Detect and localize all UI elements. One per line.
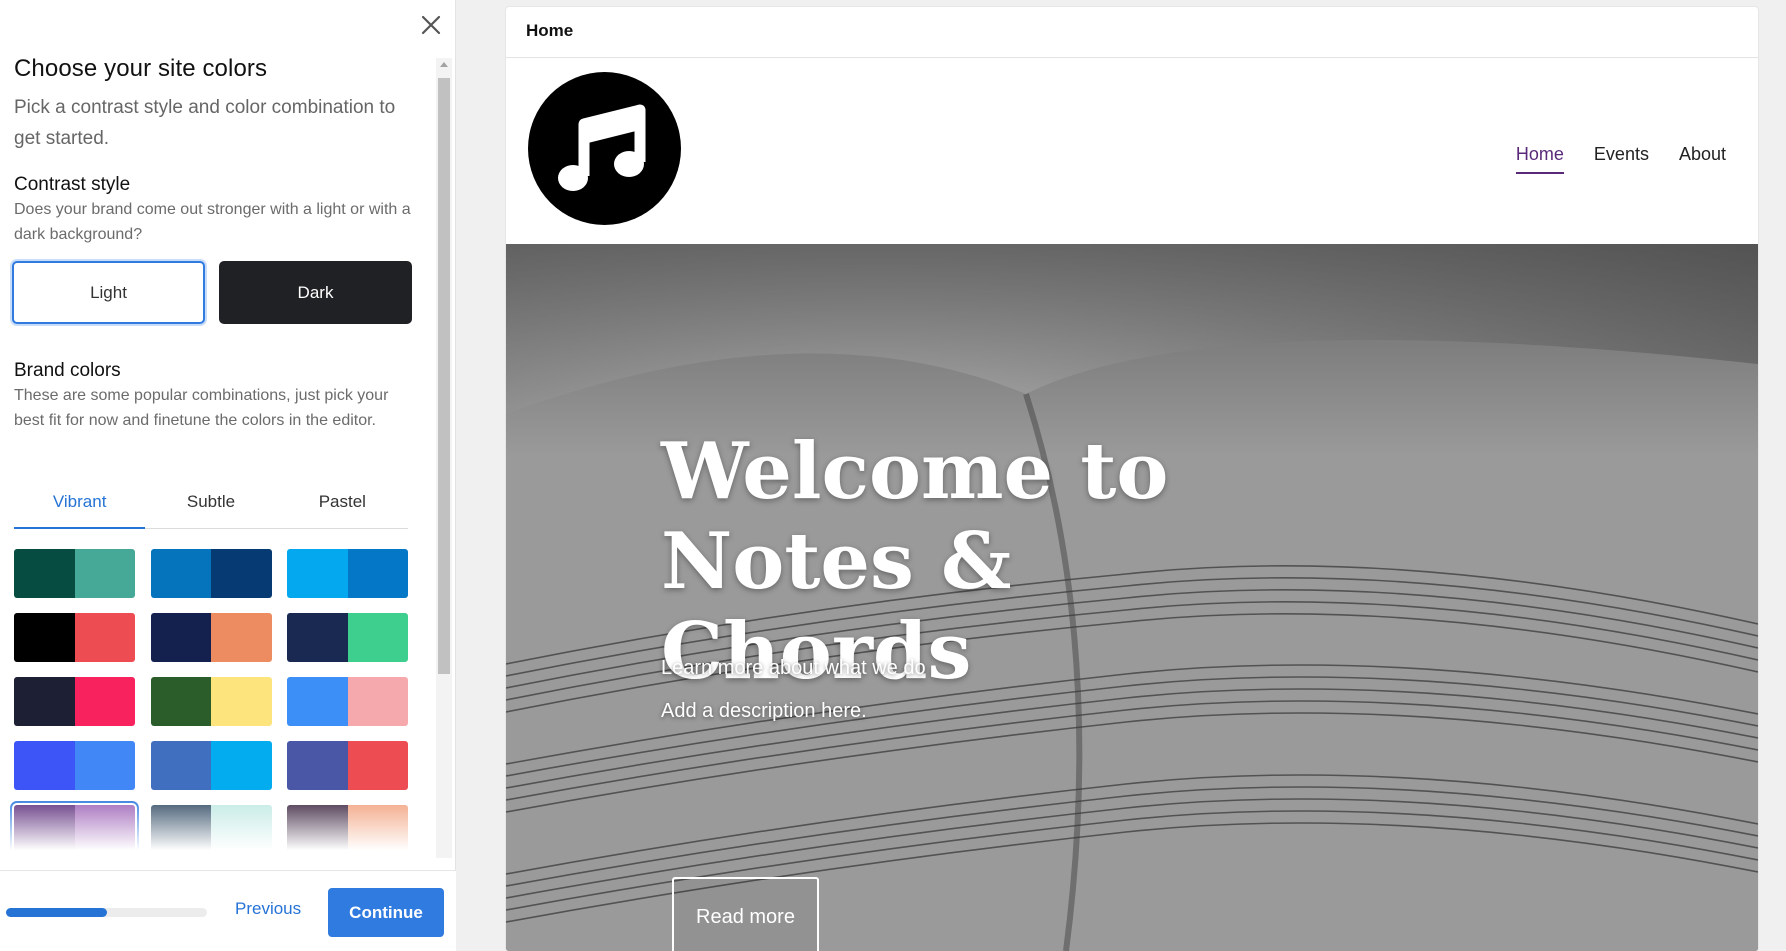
swatch-color-half bbox=[211, 805, 272, 854]
color-swatch[interactable] bbox=[150, 613, 272, 662]
progress-fill bbox=[6, 908, 107, 917]
palette-tabs: Vibrant Subtle Pastel bbox=[14, 484, 408, 529]
previous-button[interactable]: Previous bbox=[235, 899, 301, 919]
site-nav: Home Events About bbox=[1515, 144, 1726, 174]
color-swatch[interactable] bbox=[14, 805, 135, 854]
swatch-color-half bbox=[287, 805, 348, 854]
tab-vibrant[interactable]: Vibrant bbox=[14, 484, 146, 529]
close-icon[interactable] bbox=[416, 10, 446, 40]
swatch-color-half bbox=[287, 549, 348, 598]
color-swatch[interactable] bbox=[150, 549, 272, 598]
panel-footer: Previous Continue bbox=[0, 870, 456, 951]
panel-title: Choose your site colors bbox=[14, 55, 268, 82]
swatch-color-half bbox=[14, 549, 75, 598]
current-page-name: Home bbox=[526, 21, 574, 40]
site-preview: Home Home Events About Welcome to Notes … bbox=[506, 7, 1758, 951]
swatch-color-half bbox=[211, 613, 272, 662]
color-swatch[interactable] bbox=[14, 741, 135, 790]
swatch-color-half bbox=[347, 677, 408, 726]
swatch-color-half bbox=[211, 677, 272, 726]
swatch-color-half bbox=[347, 549, 408, 598]
swatch-color-half bbox=[287, 741, 348, 790]
swatch-color-half bbox=[150, 549, 211, 598]
continue-button[interactable]: Continue bbox=[328, 888, 444, 937]
swatch-color-half bbox=[211, 741, 272, 790]
tab-pastel[interactable]: Pastel bbox=[277, 484, 408, 528]
tab-subtle[interactable]: Subtle bbox=[145, 484, 276, 528]
progress-bar bbox=[6, 908, 207, 917]
swatch-color-half bbox=[211, 549, 272, 598]
swatch-color-half bbox=[150, 677, 211, 726]
color-swatch[interactable] bbox=[287, 613, 408, 662]
scroll-up-arrow-icon[interactable] bbox=[440, 62, 448, 67]
swatch-color-half bbox=[14, 677, 75, 726]
swatch-color-half bbox=[74, 805, 135, 854]
swatch-color-half bbox=[74, 549, 135, 598]
swatch-color-half bbox=[150, 805, 211, 854]
swatch-color-half bbox=[287, 677, 348, 726]
color-swatch[interactable] bbox=[14, 677, 135, 726]
color-swatch[interactable] bbox=[14, 549, 135, 598]
color-swatch[interactable] bbox=[287, 741, 408, 790]
contrast-style-description: Does your brand come out stronger with a… bbox=[14, 201, 411, 243]
hero-section: Welcome to Notes & Chords Learn more abo… bbox=[506, 244, 1758, 951]
swatch-color-half bbox=[347, 613, 408, 662]
color-swatch[interactable] bbox=[14, 613, 135, 662]
brand-colors-title: Brand colors bbox=[14, 360, 121, 381]
brand-colors-description: These are some popular combinations, jus… bbox=[14, 387, 389, 429]
color-swatch[interactable] bbox=[150, 805, 272, 854]
swatch-color-half bbox=[74, 677, 135, 726]
scrollbar-thumb[interactable] bbox=[438, 78, 450, 674]
color-swatch[interactable] bbox=[287, 805, 408, 854]
contrast-style-title: Contrast style bbox=[14, 174, 131, 195]
read-more-button[interactable]: Read more bbox=[672, 877, 819, 951]
swatch-color-half bbox=[347, 741, 408, 790]
nav-home[interactable]: Home bbox=[1515, 144, 1564, 174]
nav-about[interactable]: About bbox=[1679, 144, 1726, 174]
preview-toolbar: Home bbox=[506, 7, 1758, 58]
swatch-color-half bbox=[14, 741, 75, 790]
color-swatch[interactable] bbox=[287, 549, 408, 598]
swatch-color-half bbox=[287, 613, 348, 662]
swatch-color-half bbox=[150, 741, 211, 790]
panel-scroll-area: Choose your site colors Pick a contrast … bbox=[0, 0, 456, 860]
site-header: Home Events About bbox=[506, 58, 1758, 244]
music-note-icon[interactable] bbox=[528, 72, 681, 225]
nav-events[interactable]: Events bbox=[1594, 144, 1649, 174]
light-contrast-button[interactable]: Light bbox=[12, 261, 205, 324]
hero-line-2: Add a description here. bbox=[661, 700, 867, 722]
swatch-color-half bbox=[347, 805, 408, 854]
panel-subtitle: Pick a contrast style and color combinat… bbox=[14, 97, 396, 149]
swatch-color-half bbox=[74, 613, 135, 662]
swatch-color-half bbox=[74, 741, 135, 790]
swatch-color-half bbox=[14, 613, 75, 662]
color-swatch[interactable] bbox=[287, 677, 408, 726]
color-swatch[interactable] bbox=[150, 741, 272, 790]
color-swatch[interactable] bbox=[150, 677, 272, 726]
dark-contrast-button[interactable]: Dark bbox=[219, 261, 412, 324]
swatch-color-half bbox=[14, 805, 75, 854]
swatch-color-half bbox=[150, 613, 211, 662]
color-picker-panel: Choose your site colors Pick a contrast … bbox=[0, 0, 456, 951]
hero-line-1: Learn more about what we do bbox=[661, 657, 926, 679]
